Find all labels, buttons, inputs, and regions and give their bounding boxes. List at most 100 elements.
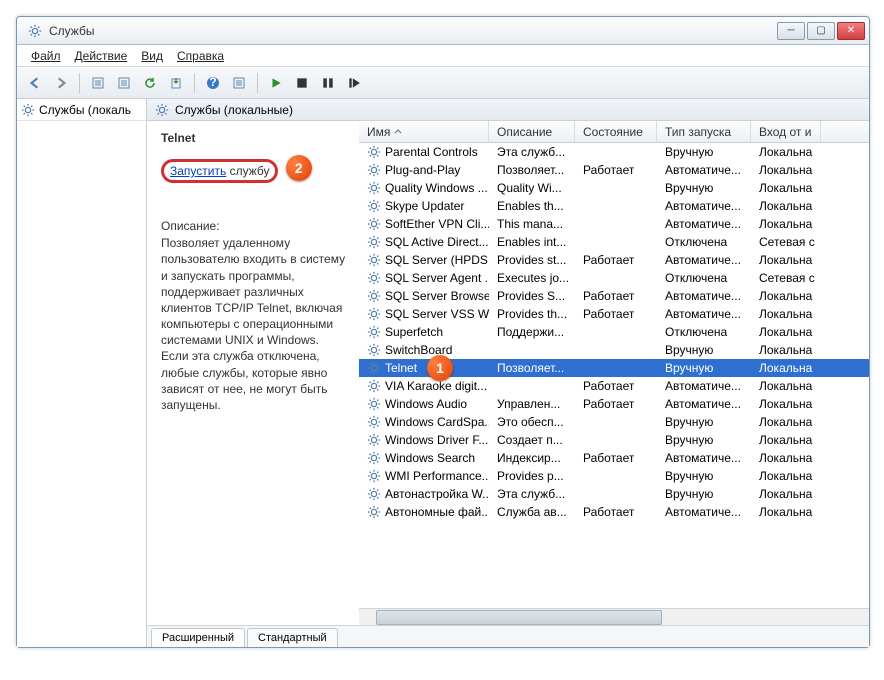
service-cell: Автоматиче...	[657, 216, 751, 232]
menu-help[interactable]: Справка	[171, 47, 230, 65]
service-cell: Автоматиче...	[657, 504, 751, 520]
maximize-button[interactable]: ▢	[807, 22, 835, 40]
tree-root-label: Службы (локаль	[39, 103, 131, 117]
menu-view[interactable]: Вид	[135, 47, 169, 65]
help-button[interactable]	[201, 71, 225, 95]
column-header-4[interactable]: Вход от и	[751, 121, 821, 142]
column-header-3[interactable]: Тип запуска	[657, 121, 751, 142]
service-row[interactable]: Windows AudioУправлен...РаботаетАвтомати…	[359, 395, 869, 413]
view-tabs: Расширенный Стандартный	[147, 625, 869, 647]
service-cell: Работает	[575, 252, 657, 268]
service-cell: Индексир...	[489, 450, 575, 466]
tree-root[interactable]: Службы (локаль	[17, 99, 146, 121]
service-cell	[489, 349, 575, 351]
service-row[interactable]: Plug-and-PlayПозволяет...РаботаетАвтомат…	[359, 161, 869, 179]
service-cell: Provides p...	[489, 468, 575, 484]
show-hide-tree-button[interactable]	[86, 71, 110, 95]
service-row[interactable]: Skype UpdaterEnables th...Автоматиче...Л…	[359, 197, 869, 215]
service-cell	[575, 367, 657, 369]
menu-file[interactable]: Файл	[25, 47, 67, 65]
start-service-button[interactable]	[264, 71, 288, 95]
properties-button[interactable]	[112, 71, 136, 95]
service-row[interactable]: Windows Driver F...Создает п...ВручнуюЛо…	[359, 431, 869, 449]
pause-service-button[interactable]	[316, 71, 340, 95]
refresh-button[interactable]	[138, 71, 162, 95]
back-button[interactable]	[23, 71, 47, 95]
service-row[interactable]: SQL Server VSS Wr...Provides th...Работа…	[359, 305, 869, 323]
service-cell: Локальна	[751, 360, 821, 376]
service-cell	[575, 241, 657, 243]
service-cell: Служба ав...	[489, 504, 575, 520]
service-cell: Локальна	[751, 288, 821, 304]
service-row[interactable]: Автономные фай...Служба ав...РаботаетАвт…	[359, 503, 869, 521]
service-row[interactable]: SuperfetchПоддержи...ОтключенаЛокальна	[359, 323, 869, 341]
list-header: Службы (локальные)	[147, 99, 869, 121]
service-row[interactable]: SQL Server BrowserProvides S...РаботаетА…	[359, 287, 869, 305]
service-icon	[367, 505, 381, 519]
column-header-1[interactable]: Описание	[489, 121, 575, 142]
service-name-cell: Skype Updater	[359, 198, 489, 214]
service-row[interactable]: Windows SearchИндексир...РаботаетАвтомат…	[359, 449, 869, 467]
horizontal-scrollbar[interactable]	[359, 608, 869, 625]
restart-service-button[interactable]	[342, 71, 366, 95]
service-cell: Вручную	[657, 486, 751, 502]
service-name-cell: VIA Karaoke digit...	[359, 378, 489, 394]
column-header-0[interactable]: Имя	[359, 121, 489, 142]
tab-standard[interactable]: Стандартный	[247, 628, 338, 647]
service-cell: Локальна	[751, 432, 821, 448]
description-label: Описание:	[161, 219, 349, 233]
service-rows[interactable]: Parental ControlsЭта служб...ВручнуюЛока…	[359, 143, 869, 608]
service-cell	[575, 331, 657, 333]
service-row[interactable]: WMI Performance...Provides p...ВручнуюЛо…	[359, 467, 869, 485]
service-cell: Поддержи...	[489, 324, 575, 340]
service-icon	[367, 289, 381, 303]
service-row[interactable]: Quality Windows ...Quality Wi...ВручнуюЛ…	[359, 179, 869, 197]
menu-action[interactable]: Действие	[69, 47, 134, 65]
service-row[interactable]: Windows CardSpa...Это обесп...ВручнуюЛок…	[359, 413, 869, 431]
service-row[interactable]: Parental ControlsЭта служб...ВручнуюЛока…	[359, 143, 869, 161]
service-cell: Вручную	[657, 180, 751, 196]
service-cell	[575, 151, 657, 153]
start-service-link[interactable]: Запустить	[170, 164, 226, 178]
service-cell: Это обесп...	[489, 414, 575, 430]
service-row[interactable]: SQL Server (HPDS...Provides st...Работае…	[359, 251, 869, 269]
service-name-cell: Автонастройка W...	[359, 486, 489, 502]
service-cell: Локальна	[751, 306, 821, 322]
service-icon	[367, 217, 381, 231]
service-icon	[367, 487, 381, 501]
service-cell: Работает	[575, 396, 657, 412]
service-name-cell: SQL Server VSS Wr...	[359, 306, 489, 322]
service-cell	[575, 205, 657, 207]
service-row[interactable]: SQL Server Agent ...Executes jo...Отключ…	[359, 269, 869, 287]
scrollbar-thumb[interactable]	[376, 610, 662, 625]
column-header-2[interactable]: Состояние	[575, 121, 657, 142]
service-row[interactable]: SoftEther VPN Cli...This mana...Автомати…	[359, 215, 869, 233]
service-icon	[367, 379, 381, 393]
close-button[interactable]: ✕	[837, 22, 865, 40]
export-button[interactable]	[164, 71, 188, 95]
minimize-button[interactable]: ─	[777, 22, 805, 40]
stop-service-button[interactable]	[290, 71, 314, 95]
service-icon	[367, 271, 381, 285]
service-cell: Отключена	[657, 234, 751, 250]
service-cell: Локальна	[751, 450, 821, 466]
service-cell: Сетевая с	[751, 234, 821, 250]
service-row[interactable]: Telnet1Позволяет...ВручнуюЛокальна	[359, 359, 869, 377]
service-cell: Работает	[575, 378, 657, 394]
service-name-cell: Quality Windows ...	[359, 180, 489, 196]
selected-service-name: Telnet	[161, 131, 349, 145]
service-cell: Автоматиче...	[657, 288, 751, 304]
service-cell: Работает	[575, 306, 657, 322]
service-icon	[367, 235, 381, 249]
service-cell: Локальна	[751, 504, 821, 520]
titlebar[interactable]: Службы ─ ▢ ✕	[17, 17, 869, 45]
description-text: Позволяет удаленному пользователю входит…	[161, 235, 349, 413]
service-row[interactable]: Автонастройка W...Эта служб...ВручнуюЛок…	[359, 485, 869, 503]
service-row[interactable]: SQL Active Direct...Enables int...Отключ…	[359, 233, 869, 251]
service-icon	[367, 415, 381, 429]
forward-button[interactable]	[49, 71, 73, 95]
show-hide-action-button[interactable]	[227, 71, 251, 95]
tab-extended[interactable]: Расширенный	[151, 628, 245, 647]
service-icon	[367, 163, 381, 177]
service-cell	[575, 277, 657, 279]
